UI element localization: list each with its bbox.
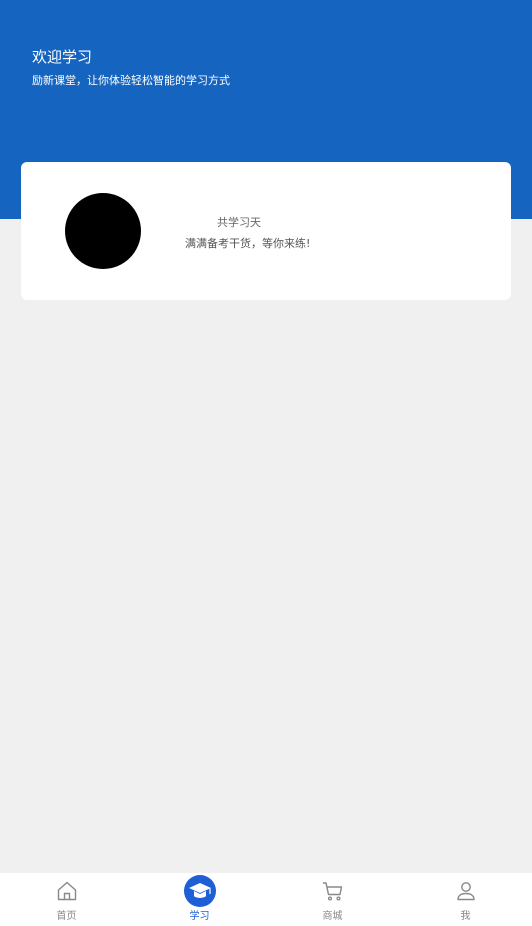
tab-home-label: 首页 — [56, 911, 77, 922]
avatar[interactable] — [65, 193, 141, 269]
tab-mall-label: 商城 — [322, 911, 343, 922]
tab-study-label: 学习 — [189, 911, 210, 922]
home-icon — [57, 881, 76, 901]
study-page: 欢迎学习 励新课堂，让你体验轻松智能的学习方式 共学习天 满满备考干货，等你来练… — [0, 0, 532, 926]
user-icon — [456, 882, 475, 901]
bottom-tab-bar: 首页 学习 商城 我 — [0, 873, 532, 926]
page-title: 欢迎学习 — [32, 48, 93, 66]
tab-study[interactable]: 学习 — [133, 873, 266, 926]
study-summary-card: 共学习天 满满备考干货，等你来练! — [21, 162, 511, 300]
page-subtitle: 励新课堂，让你体验轻松智能的学习方式 — [32, 74, 230, 87]
tab-me-label: 我 — [460, 911, 471, 922]
graduation-cap-icon — [183, 875, 216, 907]
cart-icon — [322, 882, 342, 901]
card-tagline: 满满备考干货，等你来练! — [185, 237, 311, 250]
tab-home[interactable]: 首页 — [0, 873, 133, 926]
tab-me[interactable]: 我 — [399, 873, 532, 926]
tab-mall[interactable]: 商城 — [266, 873, 399, 926]
study-days-label: 共学习天 — [217, 216, 261, 229]
